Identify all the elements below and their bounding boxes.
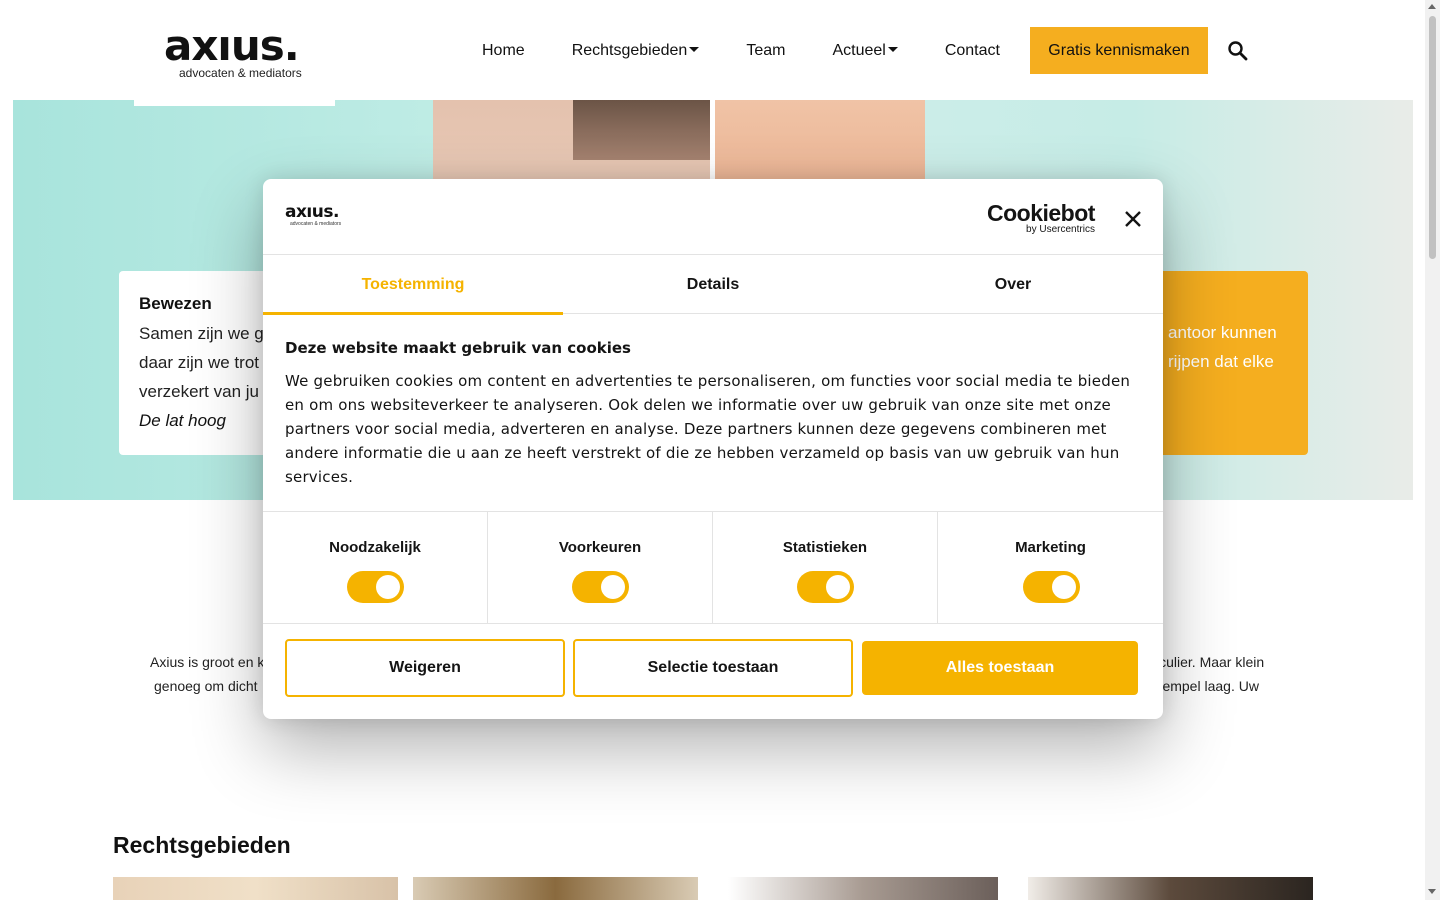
marketing-toggle[interactable] bbox=[1022, 571, 1080, 603]
dialog-body: Deze website maakt gebruik van cookies W… bbox=[285, 339, 1141, 489]
category-statistieken: Statistieken bbox=[713, 512, 938, 623]
alles-toestaan-button[interactable]: Alles toestaan bbox=[862, 641, 1138, 695]
toggle-knob bbox=[826, 575, 850, 599]
dialog-buttons: Weigeren Selectie toestaan Alles toestaa… bbox=[285, 639, 1141, 697]
nav-home[interactable]: Home bbox=[482, 42, 525, 60]
dialog-logo-tagline: advocaten & mediators bbox=[290, 221, 342, 227]
close-icon[interactable] bbox=[1121, 207, 1145, 231]
intro-text-right: iculier. Maar klein drempel laag. Uw bbox=[1150, 654, 1265, 694]
dialog-header: axıus. advocaten & mediators Cookiebot b… bbox=[263, 179, 1163, 255]
tab-over[interactable]: Over bbox=[863, 256, 1163, 314]
toggle-knob bbox=[376, 575, 400, 599]
cookiebot-logo[interactable]: Cookiebot by Usercentrics bbox=[987, 201, 1095, 235]
hero-photo-hair bbox=[573, 100, 710, 160]
dialog-tabs: Toestemming Details Over bbox=[263, 256, 1163, 315]
voorkeuren-toggle[interactable] bbox=[572, 571, 629, 603]
category-marketing: Marketing bbox=[938, 512, 1163, 623]
dialog-site-logo: axıus. advocaten & mediators bbox=[285, 202, 342, 228]
dialog-logo-wordmark: axıus. bbox=[285, 202, 339, 222]
cookie-consent-dialog: axıus. advocaten & mediators Cookiebot b… bbox=[263, 179, 1163, 719]
weigeren-button[interactable]: Weigeren bbox=[285, 639, 565, 697]
toggle-knob bbox=[1051, 575, 1076, 599]
practice-area-card[interactable] bbox=[1028, 877, 1313, 900]
site-header: axıus. advocaten & mediators Home Rechts… bbox=[0, 0, 1425, 106]
practice-area-card[interactable] bbox=[413, 877, 698, 900]
practice-area-card[interactable] bbox=[728, 877, 998, 900]
cookiebot-wordmark: Cookiebot bbox=[987, 200, 1095, 226]
dialog-heading: Deze website maakt gebruik van cookies bbox=[285, 339, 631, 357]
section-title-rechtsgebieden: Rechtsgebieden bbox=[113, 832, 291, 858]
page-scrollbar[interactable] bbox=[1425, 0, 1440, 900]
consent-categories: Noodzakelijk Voorkeuren Statistieken Mar… bbox=[263, 511, 1163, 624]
nav-rechtsgebieden[interactable]: Rechtsgebieden bbox=[572, 42, 700, 60]
caret-down-icon bbox=[887, 46, 898, 52]
statistieken-toggle[interactable] bbox=[797, 571, 854, 603]
logo-wordmark: axıus. bbox=[164, 21, 300, 70]
caret-down-icon bbox=[689, 46, 700, 52]
intro-text-left: Axius is groot en k genoeg om dicht bbox=[150, 654, 265, 694]
tab-toestemming[interactable]: Toestemming bbox=[263, 256, 563, 315]
scroll-down-icon[interactable] bbox=[1428, 889, 1436, 894]
category-label: Marketing bbox=[1015, 539, 1086, 556]
category-voorkeuren: Voorkeuren bbox=[488, 512, 713, 623]
nav-contact[interactable]: Contact bbox=[945, 42, 1000, 60]
tab-details[interactable]: Details bbox=[563, 256, 863, 314]
gratis-kennismaken-button[interactable]: Gratis kennismaken bbox=[1030, 27, 1208, 74]
selectie-toestaan-button[interactable]: Selectie toestaan bbox=[573, 639, 853, 697]
category-label: Voorkeuren bbox=[558, 539, 642, 556]
main-nav: Home Rechtsgebieden Team Actueel Contact bbox=[482, 27, 1047, 74]
cookiebot-byline: by Usercentrics bbox=[1026, 224, 1095, 235]
category-noodzakelijk: Noodzakelijk bbox=[263, 512, 488, 623]
dialog-description: We gebruiken cookies om content en adver… bbox=[285, 372, 1131, 486]
hero-card-right-text: antoor kunnen rijpen dat elke bbox=[1168, 323, 1277, 371]
practice-area-card[interactable] bbox=[113, 877, 398, 900]
category-label: Statistieken bbox=[782, 539, 868, 556]
category-label: Noodzakelijk bbox=[329, 539, 421, 556]
nav-actueel[interactable]: Actueel bbox=[832, 42, 898, 60]
noodzakelijk-toggle[interactable] bbox=[347, 571, 404, 603]
site-logo[interactable]: axıus. advocaten & mediators bbox=[134, 24, 335, 106]
search-icon[interactable] bbox=[1226, 39, 1250, 63]
scroll-thumb[interactable] bbox=[1429, 16, 1436, 259]
scroll-up-icon[interactable] bbox=[1428, 4, 1436, 9]
toggle-knob bbox=[601, 575, 625, 599]
logo-tagline: advocaten & mediators bbox=[179, 66, 302, 80]
nav-team[interactable]: Team bbox=[746, 42, 785, 60]
